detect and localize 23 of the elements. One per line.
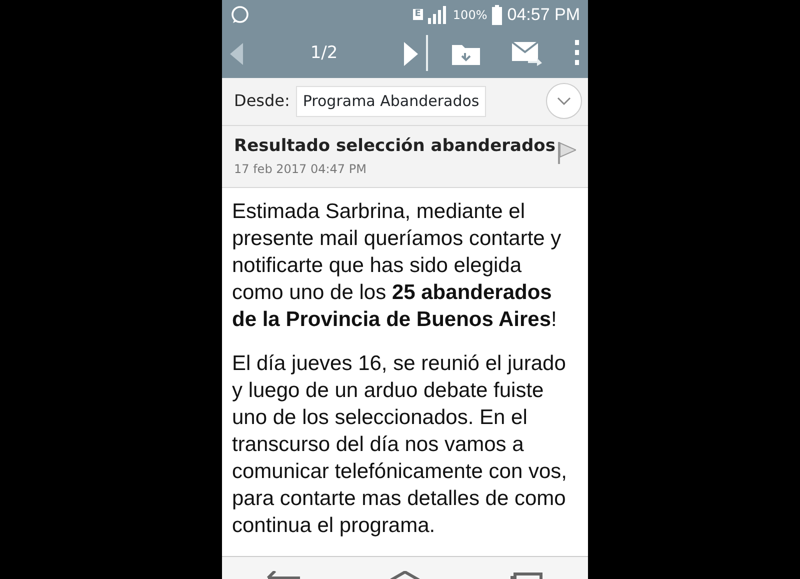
network-indicator: E bbox=[412, 9, 423, 20]
previous-button[interactable] bbox=[230, 41, 244, 66]
flag-icon[interactable] bbox=[558, 142, 576, 164]
battery-icon bbox=[492, 4, 502, 25]
forward-mail-button[interactable] bbox=[512, 40, 542, 66]
chat-icon bbox=[230, 4, 250, 25]
clock: 04:57 PM bbox=[507, 4, 580, 26]
signal-icon bbox=[428, 6, 448, 24]
chevron-down-icon bbox=[557, 97, 571, 106]
message-paragraph: El día jueves 16, se reunió el jurado y luego de un arduo debate fuiste uno de los seleccionados. En el transcurso del día nos vamos a comunicar telefónicamente con vos, para contarte mas detalles de como continua el programa. bbox=[232, 350, 568, 539]
back-icon[interactable] bbox=[266, 571, 300, 579]
menu-button[interactable] bbox=[574, 40, 580, 66]
from-label: Desde: bbox=[234, 90, 290, 112]
date: 17 feb 2017 04:47 PM bbox=[234, 160, 368, 178]
battery-percent: 100% bbox=[452, 6, 488, 24]
subject: Resultado selección abanderados bbox=[234, 135, 556, 158]
message-counter: 1/2 bbox=[310, 42, 338, 65]
expand-button[interactable] bbox=[546, 83, 582, 120]
next-button[interactable] bbox=[404, 41, 418, 66]
home-icon[interactable] bbox=[388, 571, 422, 579]
message-paragraph: Estimada Sarbrina, mediante el presente mail queríamos contarte y notificarte que has sido elegida como uno de los 25 abanderados de la Provincia de Buenos Aires! bbox=[232, 198, 562, 333]
recent-apps-icon[interactable] bbox=[510, 571, 544, 579]
sender-chip[interactable]: Programa Abanderados bbox=[296, 86, 486, 117]
